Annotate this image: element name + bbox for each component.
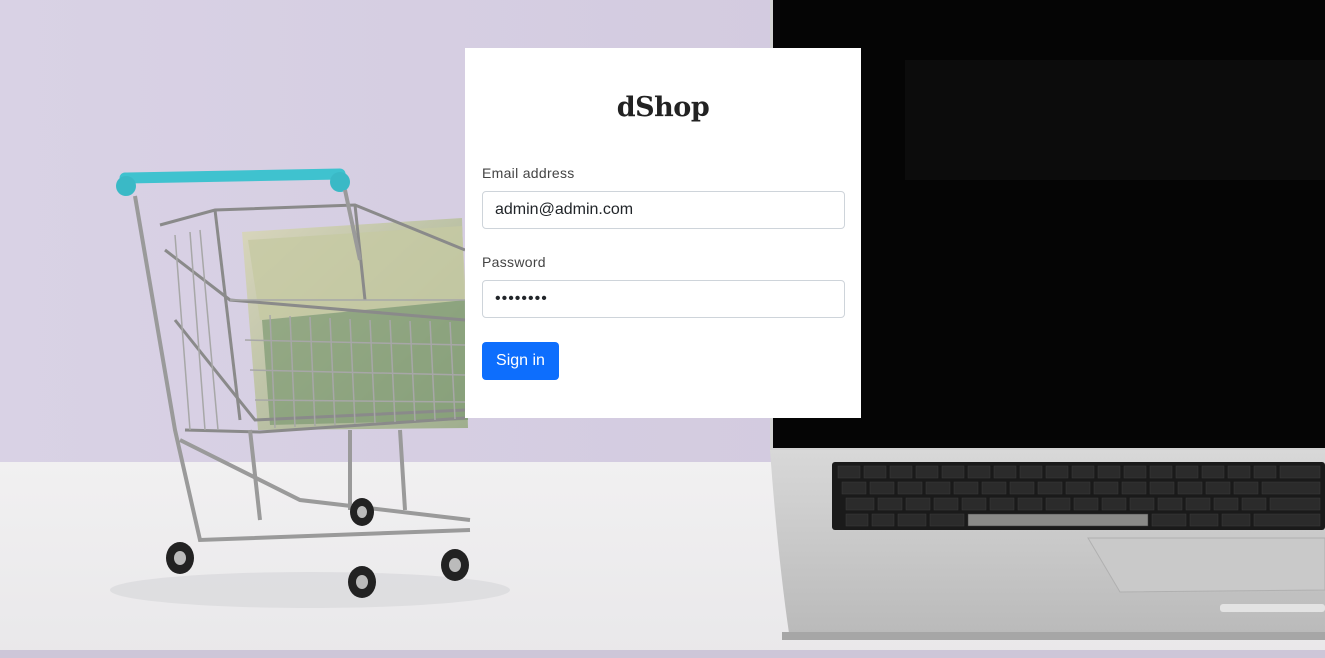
email-field[interactable] [482,191,845,229]
brand-logo: dShop [616,92,710,123]
password-group: Password [482,254,845,318]
login-page: dShop Email address Password Sign in [0,0,1325,658]
password-label: Password [482,254,546,270]
email-label: Email address [482,165,575,181]
sign-in-button[interactable]: Sign in [482,342,559,380]
login-card: dShop Email address Password Sign in [465,48,861,418]
email-group: Email address [482,165,845,229]
password-field[interactable] [482,280,845,318]
